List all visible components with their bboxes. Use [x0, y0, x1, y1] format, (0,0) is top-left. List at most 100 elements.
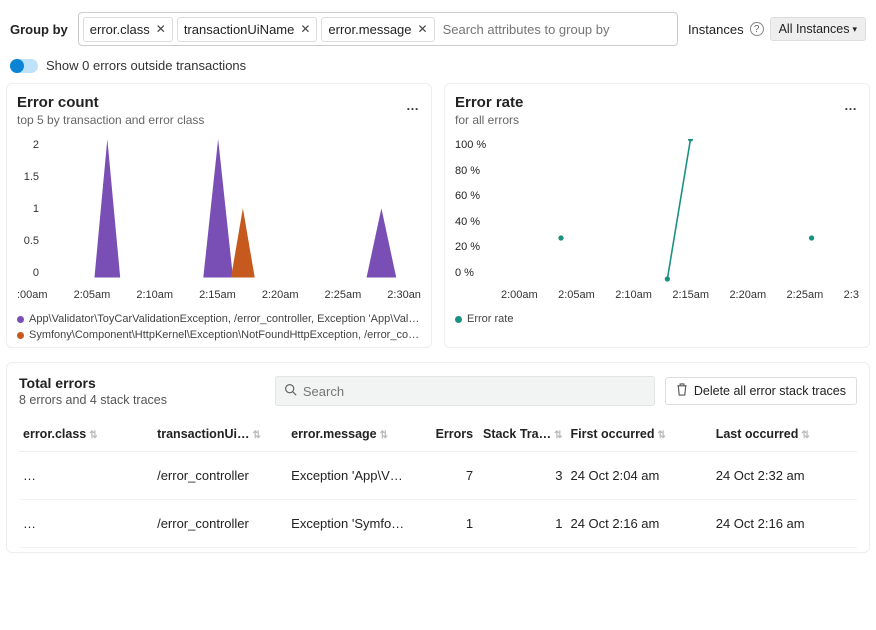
col-label: First occurred — [570, 427, 654, 441]
col-transaction[interactable]: transactionUi…⇅ — [153, 417, 287, 452]
groupby-search-input[interactable] — [439, 22, 673, 37]
y-axis: 100 % 80 % 60 % 40 % 20 % 0 % — [455, 139, 495, 279]
x-tick: 2:05am — [74, 289, 111, 309]
table-search[interactable] — [275, 376, 655, 406]
sort-icon: ⇅ — [658, 430, 666, 441]
sort-icon: ⇅ — [252, 430, 260, 441]
instances-selector: Instances ? All Instances ▾ — [688, 17, 866, 41]
instances-dropdown[interactable]: All Instances ▾ — [770, 17, 866, 41]
close-icon[interactable]: ✕ — [156, 22, 166, 36]
totals-subtitle: 8 errors and 4 stack traces — [19, 393, 167, 407]
col-label: error.message — [291, 427, 376, 441]
y-tick: 0 % — [455, 267, 495, 279]
sort-icon: ⇅ — [89, 430, 97, 441]
y-tick: 40 % — [455, 216, 495, 228]
instances-label: Instances — [688, 22, 744, 37]
chip-label: transactionUiName — [184, 22, 295, 37]
y-tick: 20 % — [455, 241, 495, 253]
y-tick: 0.5 — [17, 235, 39, 247]
legend-item[interactable]: Error rate — [455, 313, 859, 325]
y-tick: 1.5 — [17, 171, 39, 183]
x-tick: 2:3 — [844, 289, 859, 309]
groupby-chip[interactable]: error.class ✕ — [83, 17, 173, 42]
x-tick: 2:25am — [787, 289, 824, 309]
error-rate-chart[interactable]: 100 % 80 % 60 % 40 % 20 % 0 % 2:00am 2:0… — [455, 139, 859, 309]
col-errors[interactable]: Errors — [410, 417, 477, 452]
y-tick: 1 — [17, 203, 39, 215]
filter-bar: Group by error.class ✕ transactionUiName… — [0, 0, 876, 56]
x-axis: :00am 2:05am 2:10am 2:15am 2:20am 2:25am… — [17, 289, 421, 309]
cell-error-class: … — [19, 452, 153, 500]
dropdown-label: All Instances — [779, 22, 850, 36]
outside-errors-toggle[interactable] — [10, 59, 38, 73]
legend-dot-icon — [455, 316, 462, 323]
delete-label: Delete all error stack traces — [694, 384, 846, 398]
cell-stack-traces: 3 — [477, 452, 566, 500]
x-tick: 2:00am — [501, 289, 538, 309]
x-tick: 2:20am — [262, 289, 299, 309]
col-error-message[interactable]: error.message⇅ — [287, 417, 410, 452]
col-first-occurred[interactable]: First occurred ⇅ — [566, 417, 711, 452]
cell-stack-traces: 1 — [477, 500, 566, 548]
card-title: Error count — [17, 94, 421, 111]
close-icon[interactable]: ✕ — [300, 22, 310, 36]
x-tick: 2:05am — [558, 289, 595, 309]
y-tick: 80 % — [455, 165, 495, 177]
chevron-down-icon: ▾ — [852, 24, 857, 35]
charts-row: Error count top 5 by transaction and err… — [0, 83, 876, 348]
error-count-chart[interactable]: 2 1.5 1 0.5 0 :00am 2:05am 2:10am 2:15am… — [17, 139, 421, 309]
y-tick: 0 — [17, 267, 39, 279]
x-tick: 2:10am — [615, 289, 652, 309]
table-row[interactable]: … /error_controller Exception 'App\V… 7 … — [19, 452, 857, 500]
table-row[interactable]: … /error_controller Exception 'Symfo… 1 … — [19, 500, 857, 548]
x-tick: 2:30an — [387, 289, 421, 309]
cell-error-message: Exception 'Symfo… — [287, 500, 410, 548]
x-tick: 2:15am — [199, 289, 236, 309]
col-last-occurred[interactable]: Last occurred⇅ — [712, 417, 857, 452]
toggle-label: Show 0 errors outside transactions — [46, 58, 246, 73]
error-rate-card: Error rate for all errors … 100 % 80 % 6… — [444, 83, 870, 348]
toggle-knob — [10, 59, 24, 73]
x-tick: 2:20am — [729, 289, 766, 309]
totals-title: Total errors — [19, 375, 167, 391]
col-error-class[interactable]: error.class⇅ — [19, 417, 153, 452]
legend-dot-icon — [17, 332, 24, 339]
delete-stack-traces-button[interactable]: Delete all error stack traces — [665, 377, 857, 405]
close-icon[interactable]: ✕ — [418, 22, 428, 36]
x-tick: 2:10am — [136, 289, 173, 309]
totals: Total errors 8 errors and 4 stack traces — [19, 375, 167, 407]
card-subtitle: top 5 by transaction and error class — [17, 113, 421, 127]
table-search-input[interactable] — [303, 384, 646, 399]
help-icon[interactable]: ? — [750, 22, 764, 36]
legend-item[interactable]: App\Validator\ToyCarValidationException,… — [17, 313, 421, 325]
cell-last: 24 Oct 2:32 am — [712, 452, 857, 500]
y-axis: 2 1.5 1 0.5 0 — [17, 139, 39, 279]
col-label: Stack Tra… — [483, 427, 551, 441]
groupby-chip[interactable]: transactionUiName ✕ — [177, 17, 318, 42]
col-label: Last occurred — [716, 427, 799, 441]
trash-icon — [676, 383, 688, 399]
y-tick: 2 — [17, 139, 39, 151]
cell-transaction: /error_controller — [153, 500, 287, 548]
chip-label: error.class — [90, 22, 150, 37]
errors-table: error.class⇅ transactionUi…⇅ error.messa… — [19, 417, 857, 548]
groupby-chip[interactable]: error.message ✕ — [321, 17, 434, 42]
col-label: Errors — [436, 427, 474, 441]
errors-table-card: Total errors 8 errors and 4 stack traces… — [6, 362, 870, 553]
x-tick: :00am — [17, 289, 48, 309]
table-header-row: error.class⇅ transactionUi…⇅ error.messa… — [19, 417, 857, 452]
cell-errors: 7 — [410, 452, 477, 500]
cell-last: 24 Oct 2:16 am — [712, 500, 857, 548]
x-tick: 2:15am — [672, 289, 709, 309]
search-icon — [284, 383, 297, 399]
card-menu-button[interactable]: … — [844, 98, 859, 113]
legend-item[interactable]: Symfony\Component\HttpKernel\Exception\N… — [17, 329, 421, 341]
cell-error-message: Exception 'App\V… — [287, 452, 410, 500]
groupby-input[interactable]: error.class ✕ transactionUiName ✕ error.… — [78, 12, 678, 46]
cell-errors: 1 — [410, 500, 477, 548]
col-stack-traces[interactable]: Stack Tra…⇅ — [477, 417, 566, 452]
card-menu-button[interactable]: … — [406, 98, 421, 113]
sort-icon: ⇅ — [801, 430, 809, 441]
legend-label: App\Validator\ToyCarValidationException,… — [29, 313, 421, 325]
table-toolbar: Total errors 8 errors and 4 stack traces… — [19, 375, 857, 407]
